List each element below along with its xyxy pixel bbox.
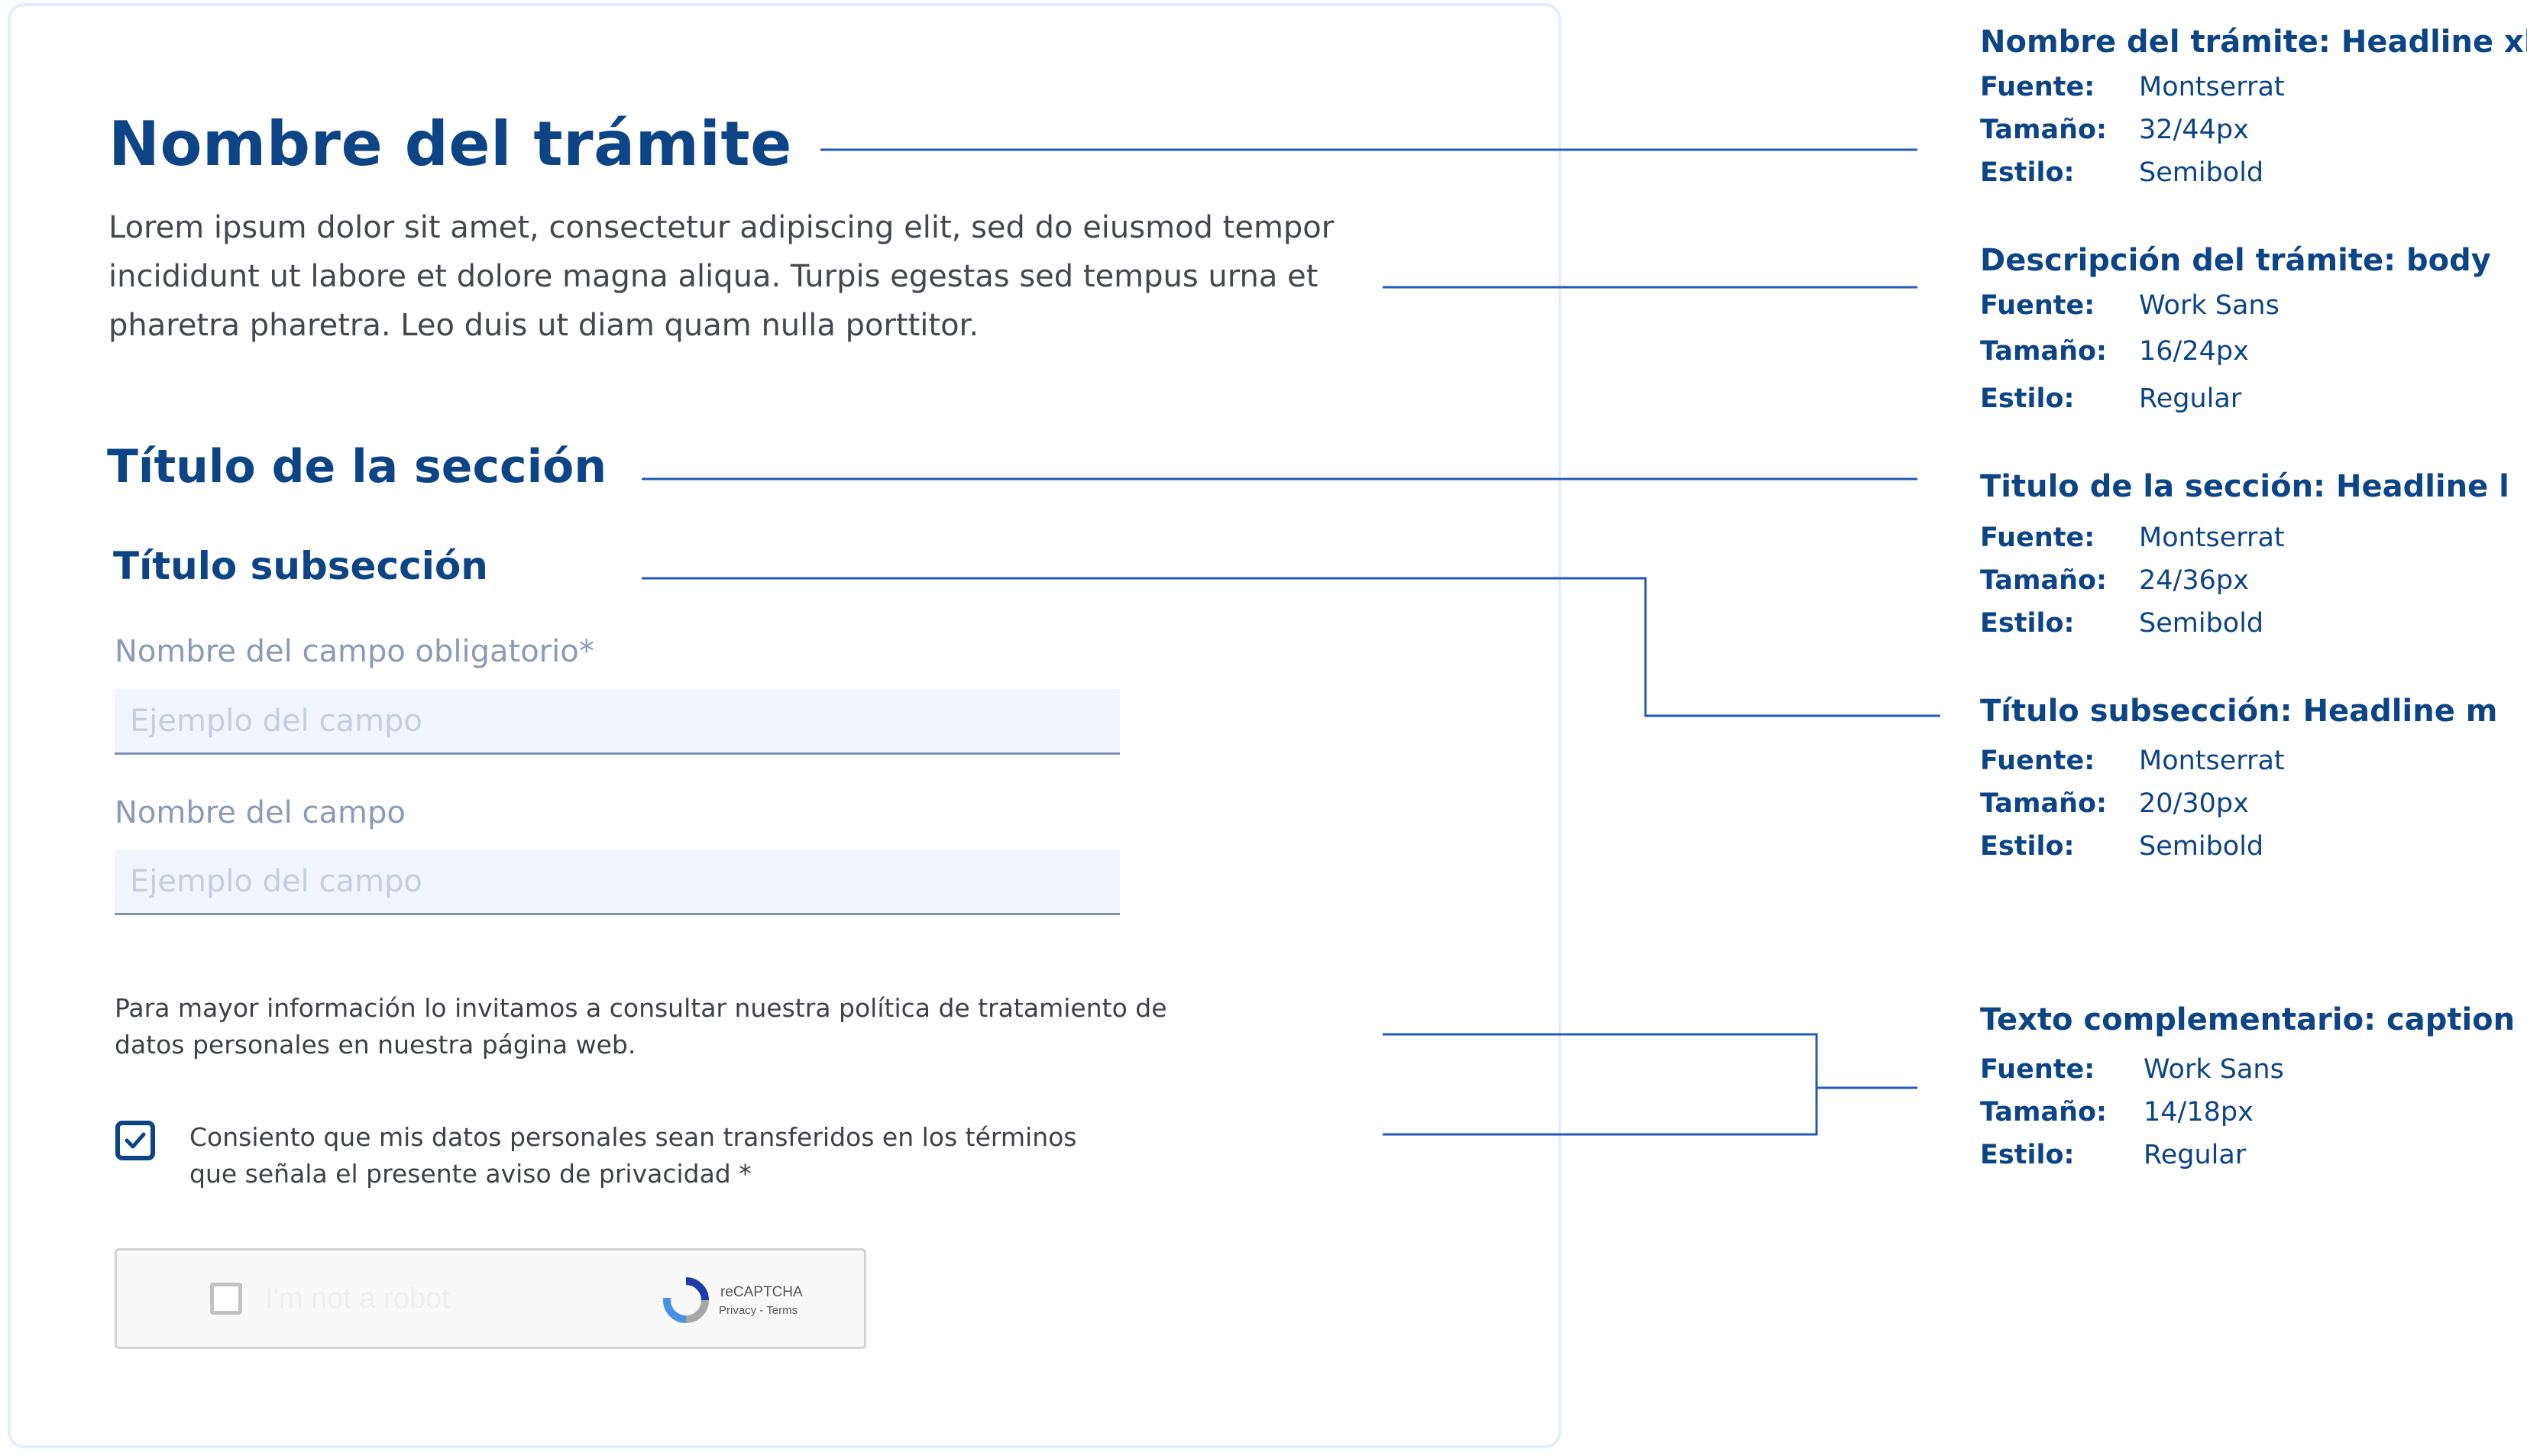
- spec-font-value: Work Sans: [2139, 290, 2279, 321]
- spec-size-key: Tamaño:: [1980, 565, 2108, 596]
- spec-style-value: Regular: [2139, 383, 2242, 414]
- spec-font-key: Fuente:: [1980, 523, 2095, 553]
- spec-style-key: Estilo:: [1980, 157, 2075, 188]
- spec-style-value: Semibold: [2139, 608, 2264, 639]
- spec-font-value: Montserrat: [2139, 746, 2285, 776]
- spec-title-headline-l: Titulo de la sección: Headline l: [1980, 469, 2509, 504]
- spec-title-caption: Texto complementario: caption: [1980, 1002, 2516, 1037]
- spec-title-headline-m: Título subsección: Headline m: [1980, 694, 2498, 729]
- spec-font-key: Fuente:: [1980, 290, 2095, 321]
- spec-size-key: Tamaño:: [1980, 115, 2108, 145]
- connector-caption-bracket: [1383, 1033, 1818, 1136]
- spec-size-value: 24/36px: [2139, 565, 2249, 596]
- spec-title-headline-xl: Nombre del trámite: Headline xl: [1980, 24, 2527, 60]
- spec-font-value: Work Sans: [2144, 1054, 2284, 1085]
- spec-style-value: Semibold: [2139, 157, 2264, 188]
- spec-style-key: Estilo:: [1980, 1140, 2075, 1170]
- spec-size-value: 32/44px: [2139, 115, 2249, 145]
- spec-style-value: Semibold: [2139, 831, 2264, 862]
- spec-title-body: Descripción del trámite: body: [1980, 243, 2491, 278]
- spec-size-key: Tamaño:: [1980, 336, 2108, 367]
- spec-size-value: 20/30px: [2139, 788, 2249, 819]
- spec-size-value: 14/18px: [2144, 1097, 2254, 1128]
- spec-font-key: Fuente:: [1980, 72, 2095, 102]
- spec-style-key: Estilo:: [1980, 608, 2075, 639]
- spec-font-value: Montserrat: [2139, 523, 2285, 553]
- spec-size-value: 16/24px: [2139, 336, 2249, 367]
- spec-style-key: Estilo:: [1980, 383, 2075, 414]
- spec-size-key: Tamaño:: [1980, 1097, 2108, 1128]
- connector-subsection: [642, 577, 1940, 717]
- spec-font-key: Fuente:: [1980, 1054, 2095, 1085]
- spec-font-value: Montserrat: [2139, 72, 2285, 102]
- spec-style-key: Estilo:: [1980, 831, 2075, 862]
- spec-size-key: Tamaño:: [1980, 788, 2108, 819]
- spec-style-value: Regular: [2144, 1140, 2247, 1170]
- spec-font-key: Fuente:: [1980, 746, 2095, 776]
